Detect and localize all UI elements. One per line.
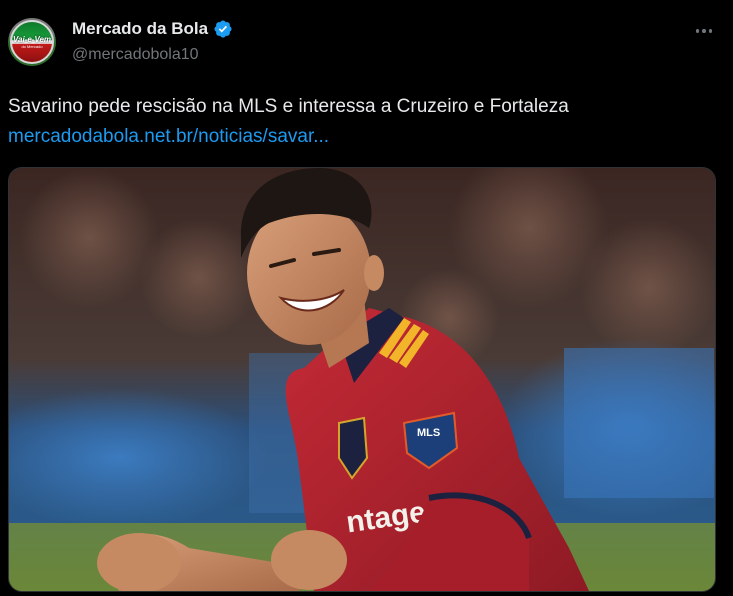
avatar-logo: Vai-e-Vem do Mercado — [10, 20, 54, 64]
avatar[interactable]: Vai-e-Vem do Mercado — [8, 18, 56, 66]
mls-badge-text: MLS — [417, 427, 440, 439]
avatar-logo-subtext: do Mercado — [21, 43, 43, 49]
tweet-link[interactable]: mercadodabola.net.br/noticias/savar... — [8, 125, 329, 149]
avatar-logo-text: Vai-e-Vem — [12, 34, 52, 44]
more-options-icon[interactable] — [692, 21, 716, 41]
handle[interactable]: @mercadobola10 — [72, 46, 199, 64]
verified-badge-icon — [214, 20, 232, 38]
photo-icon: MLS ntage — [9, 168, 715, 591]
display-name[interactable]: Mercado da Bola — [72, 19, 208, 39]
tweet-media-photo[interactable]: MLS ntage — [8, 167, 716, 592]
author-name-row: Mercado da Bola — [72, 19, 233, 39]
tweet-text: Savarino pede rescisão na MLS e interess… — [8, 96, 569, 117]
